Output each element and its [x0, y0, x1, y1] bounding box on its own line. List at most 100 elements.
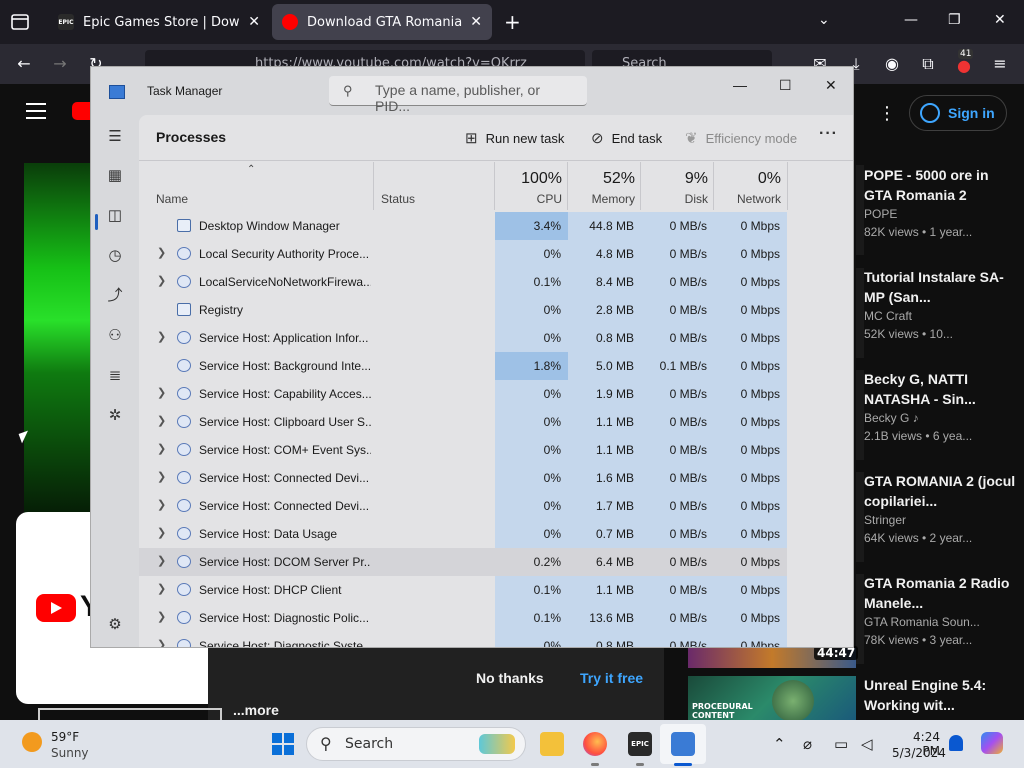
end-task-button[interactable]: ⊘ End task: [591, 129, 662, 147]
column-header-disk[interactable]: 9% Disk: [641, 162, 714, 210]
process-row[interactable]: ❯ Service Host: Connected Devi... 0% 1.7 MB…: [139, 492, 787, 520]
expand-chevron-icon[interactable]: ❯: [157, 274, 166, 287]
new-tab-icon[interactable]: +: [504, 10, 521, 34]
process-row[interactable]: ❯ Service Host: Data Usage 0% 0.7 MB 0 MB/s 0…: [139, 520, 787, 548]
weather-temperature[interactable]: 59°F: [51, 730, 79, 744]
chevron-down-icon[interactable]: ⌄: [818, 12, 830, 28]
process-search-input[interactable]: ⚲ Type a name, publisher, or PID...: [329, 76, 587, 114]
task-manager-taskbar-icon[interactable]: [671, 732, 695, 756]
video-thumbnail[interactable]: [856, 165, 864, 255]
expand-chevron-icon[interactable]: ❯: [157, 638, 166, 647]
volume-icon[interactable]: ◁: [861, 735, 873, 753]
column-header-memory[interactable]: 52% Memory: [568, 162, 641, 210]
no-thanks-button[interactable]: No thanks: [476, 670, 544, 686]
expand-chevron-icon[interactable]: ❯: [157, 582, 166, 595]
process-row[interactable]: Desktop Window Manager 3.4% 44.8 MB 0 MB/s 0…: [139, 212, 787, 240]
column-header-network[interactable]: 0% Network: [714, 162, 787, 210]
process-row[interactable]: ❯ Service Host: DHCP Client 0.1% 1.1 MB 0 MB…: [139, 576, 787, 604]
app-history-icon[interactable]: ◷: [105, 246, 125, 266]
recommendation-item[interactable]: GTA ROMANIA 2 (jocul copilariei... Strin…: [864, 471, 1019, 545]
weather-description[interactable]: Sunny: [51, 746, 89, 760]
performance-icon[interactable]: ◫: [105, 206, 125, 226]
video-thumbnail[interactable]: PROCEDURAL CONTENT GENERATION: [688, 676, 856, 720]
startup-apps-icon[interactable]: ⤴: [105, 286, 125, 306]
restore-icon[interactable]: ❐: [948, 12, 961, 28]
column-divider[interactable]: [787, 162, 788, 210]
close-window-icon[interactable]: ✕: [825, 77, 837, 94]
notification-bell-icon[interactable]: [949, 735, 963, 751]
expand-chevron-icon[interactable]: ❯: [157, 498, 166, 511]
settings-gear-icon[interactable]: ⚙: [105, 615, 125, 635]
video-thumbnail[interactable]: [856, 472, 864, 562]
process-row[interactable]: ❯ Service Host: Clipboard User S... 0% 1.1 …: [139, 408, 787, 436]
account-icon[interactable]: ◉: [882, 54, 902, 74]
back-icon[interactable]: ←: [14, 54, 34, 74]
expand-chevron-icon[interactable]: ❯: [157, 610, 166, 623]
start-windows-icon[interactable]: [272, 733, 294, 755]
process-row[interactable]: ❯ Service Host: DCOM Server Pr... 0.2% 6.4 …: [139, 548, 787, 576]
services-icon[interactable]: ✲: [105, 406, 125, 426]
copilot-icon[interactable]: [981, 732, 1003, 754]
maximize-icon[interactable]: ☐: [779, 77, 792, 94]
column-header-cpu[interactable]: 100% CPU: [495, 162, 568, 210]
firefox-icon[interactable]: [583, 732, 607, 756]
recommendation-item[interactable]: Unreal Engine 5.4: Working wit...: [864, 675, 1019, 715]
display-icon[interactable]: ▭: [834, 735, 848, 753]
show-hidden-icons-chevron-icon[interactable]: ⌃: [773, 735, 786, 753]
process-row[interactable]: ❯ Service Host: Diagnostic Polic... 0.1% 13…: [139, 604, 787, 632]
app-menu-icon[interactable]: ≡: [990, 54, 1010, 74]
video-thumbnail[interactable]: [856, 370, 864, 460]
tab-youtube-video[interactable]: Download GTA Romania 2 [NOU] ✕: [272, 4, 492, 40]
youtube-menu-icon[interactable]: [26, 103, 46, 119]
process-row[interactable]: ❯ Service Host: Diagnostic Syste... 0% 0.8 …: [139, 632, 787, 647]
expand-chevron-icon[interactable]: ❯: [157, 414, 166, 427]
try-it-free-button[interactable]: Try it free: [580, 670, 643, 686]
process-row[interactable]: Registry 0% 2.8 MB 0 MB/s 0 Mbps: [139, 296, 787, 324]
tab-epic-games[interactable]: EPIC Epic Games Store | Download & Play …: [48, 4, 270, 40]
recommendation-item[interactable]: Tutorial Instalare SA-MP (San... MC Craf…: [864, 267, 1019, 341]
process-row[interactable]: ❯ Service Host: COM+ Event Sys... 0% 1.1 MB…: [139, 436, 787, 464]
forward-icon[interactable]: →: [50, 54, 70, 74]
file-explorer-icon[interactable]: [540, 732, 564, 756]
recommendation-item[interactable]: Becky G, NATTI NATASHA - Sin... Becky G …: [864, 369, 1019, 443]
weather-sunny-icon[interactable]: [22, 732, 42, 752]
process-row[interactable]: ❯ LocalServiceNoNetworkFirewa... 0.1% 8.4 M…: [139, 268, 787, 296]
close-tab-icon[interactable]: ✕: [248, 14, 260, 30]
expand-chevron-icon[interactable]: ❯: [157, 246, 166, 259]
close-window-icon[interactable]: ✕: [994, 12, 1006, 28]
details-icon[interactable]: ≣: [105, 366, 125, 386]
clock-date[interactable]: 5/3/2024: [892, 746, 946, 760]
process-row[interactable]: ❯ Service Host: Capability Acces... 0% 1.9 …: [139, 380, 787, 408]
description-more-link[interactable]: ...more: [233, 702, 279, 718]
process-row[interactable]: ❯ Service Host: Connected Devi... 0% 1.6 MB…: [139, 464, 787, 492]
process-row[interactable]: ❯ Local Security Authority Proce... 0% 4.8 …: [139, 240, 787, 268]
minimize-icon[interactable]: —: [733, 77, 747, 93]
network-off-icon[interactable]: ⌀: [803, 735, 812, 753]
tab-list-icon[interactable]: [8, 10, 32, 34]
taskbar-search-box[interactable]: ⚲ Search: [306, 727, 526, 761]
close-tab-icon[interactable]: ✕: [470, 14, 482, 30]
efficiency-mode-button[interactable]: ❦ Efficiency mode: [685, 129, 797, 147]
process-row[interactable]: Service Host: Background Inte... 1.8% 5.0 …: [139, 352, 787, 380]
column-header-status[interactable]: Status: [373, 162, 495, 210]
expand-chevron-icon[interactable]: ❯: [157, 442, 166, 455]
more-options-icon[interactable]: ⋮: [878, 103, 896, 124]
expand-chevron-icon[interactable]: ❯: [157, 470, 166, 483]
recommendation-item[interactable]: POPE - 5000 ore in GTA Romania 2 POPE 82…: [864, 165, 1019, 239]
video-thumbnail[interactable]: [856, 268, 864, 358]
run-new-task-button[interactable]: ⊞ Run new task: [465, 129, 564, 147]
addon-icon[interactable]: ●: [954, 56, 974, 76]
extensions-icon[interactable]: ⧉: [918, 54, 938, 74]
minimize-icon[interactable]: —: [904, 12, 918, 28]
video-player[interactable]: [24, 163, 92, 513]
sign-in-button[interactable]: Sign in: [909, 95, 1007, 131]
process-row[interactable]: ❯ Service Host: Application Infor... 0% 0.8…: [139, 324, 787, 352]
expand-chevron-icon[interactable]: ❯: [157, 330, 166, 343]
expand-chevron-icon[interactable]: ❯: [157, 526, 166, 539]
expand-chevron-icon[interactable]: ❯: [157, 386, 166, 399]
recommendation-item[interactable]: GTA Romania 2 Radio Manele... GTA Romani…: [864, 573, 1019, 647]
more-options-icon[interactable]: ···: [819, 125, 838, 143]
users-icon[interactable]: ⚇: [105, 326, 125, 346]
expand-chevron-icon[interactable]: ❯: [157, 554, 166, 567]
hamburger-menu-icon[interactable]: ☰: [105, 127, 125, 147]
